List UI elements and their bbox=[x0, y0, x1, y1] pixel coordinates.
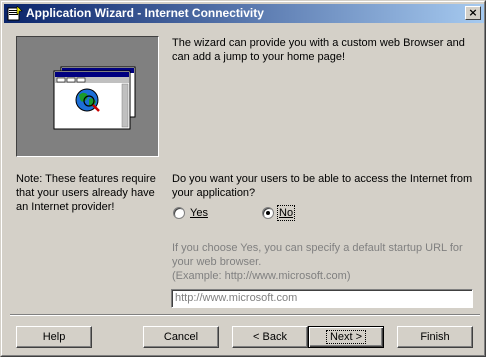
wizard-app-icon bbox=[7, 6, 23, 21]
note-line: Note: These features require bbox=[16, 173, 156, 185]
yes-label[interactable]: Yes bbox=[190, 206, 208, 220]
intro-text: The wizard can provide you with a custom… bbox=[172, 36, 465, 64]
browser-globe-illustration bbox=[53, 66, 136, 130]
window-title: Application Wizard - Internet Connectivi… bbox=[26, 6, 264, 20]
finish-button-label: Finish bbox=[420, 331, 450, 343]
yes-radio[interactable] bbox=[173, 207, 185, 219]
intro-line: can add a jump to your home page! bbox=[172, 51, 346, 63]
url-help-line: If you choose Yes, you can specify a def… bbox=[172, 242, 463, 254]
back-button-label: < Back bbox=[253, 331, 287, 343]
cancel-button-label: Cancel bbox=[163, 331, 199, 343]
question-line: your application? bbox=[172, 187, 256, 199]
finish-button[interactable]: Finish bbox=[397, 326, 473, 348]
startup-url-field[interactable]: http://www.microsoft.com bbox=[171, 289, 473, 308]
cancel-button[interactable]: Cancel bbox=[143, 326, 219, 348]
no-radio[interactable] bbox=[262, 207, 274, 219]
illustration-panel bbox=[16, 36, 159, 157]
next-button-label: Next > bbox=[325, 330, 367, 344]
question-text: Do you want your users to be able to acc… bbox=[172, 172, 472, 200]
note-text: Note: These features require that your u… bbox=[16, 172, 156, 214]
button-divider bbox=[10, 314, 480, 316]
intro-line: The wizard can provide you with a custom… bbox=[172, 37, 465, 49]
next-button[interactable]: Next > bbox=[308, 326, 384, 348]
url-help-line: your web browser. bbox=[172, 256, 262, 268]
window-frame: Application Wizard - Internet Connectivi… bbox=[1, 1, 485, 356]
no-label[interactable]: No bbox=[276, 205, 296, 221]
url-help-text: If you choose Yes, you can specify a def… bbox=[172, 241, 463, 283]
wizard-window: Application Wizard - Internet Connectivi… bbox=[0, 0, 486, 357]
help-button-label: Help bbox=[42, 331, 66, 343]
note-line: that your users already have bbox=[16, 187, 155, 199]
help-button[interactable]: Help bbox=[16, 326, 92, 348]
note-line: an Internet provider! bbox=[16, 201, 115, 213]
close-icon: × bbox=[468, 6, 478, 19]
url-help-line: (Example: http://www.microsoft.com) bbox=[172, 270, 351, 282]
back-button[interactable]: < Back bbox=[232, 326, 308, 348]
title-bar[interactable]: Application Wizard - Internet Connectivi… bbox=[4, 4, 484, 23]
close-button[interactable]: × bbox=[465, 6, 481, 20]
question-line: Do you want your users to be able to acc… bbox=[172, 173, 473, 185]
